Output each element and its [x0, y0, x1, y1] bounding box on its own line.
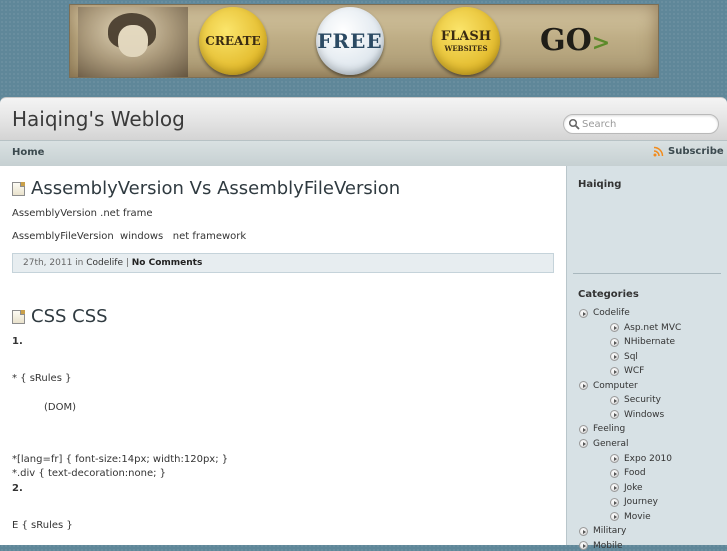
- post-paragraph: *.div { text-decoration:none; }: [12, 468, 167, 479]
- category-label: Security: [624, 395, 661, 406]
- post-title[interactable]: AssemblyVersion Vs AssemblyFileVersion: [12, 178, 400, 199]
- free-badge: FREE: [316, 7, 384, 75]
- post-paragraph: E { sRules }: [12, 520, 73, 531]
- arrow-bullet-icon: [610, 410, 619, 420]
- arrow-bullet-icon: [610, 483, 619, 493]
- flash-websites-badge: FLASH WEBSITES: [432, 7, 500, 75]
- arrow-bullet-icon: [610, 395, 619, 405]
- site-header: Haiqing's Weblog: [0, 97, 727, 141]
- category-item[interactable]: Movie: [610, 512, 651, 522]
- category-label: WCF: [624, 366, 645, 377]
- arrow-bullet-icon: [610, 454, 619, 463]
- category-item[interactable]: Sql: [610, 352, 638, 362]
- arrow-bullet-icon: [579, 381, 588, 391]
- arrow-bullet-icon: [579, 526, 588, 536]
- category-item[interactable]: Security: [610, 395, 661, 405]
- rss-icon: [653, 146, 664, 157]
- post-paragraph: 2.: [12, 483, 23, 494]
- category-item[interactable]: WCF: [610, 366, 644, 376]
- post-title-text: AssemblyVersion Vs AssemblyFileVersion: [31, 178, 401, 199]
- category-label: Codelife: [593, 308, 630, 318]
- category-item[interactable]: Codelife: [579, 308, 630, 318]
- websites-badge-label: WEBSITES: [444, 44, 488, 53]
- post-page-icon: [12, 181, 25, 196]
- category-label: Food: [624, 468, 646, 479]
- nav-bar: Home Subscribe: [0, 140, 727, 167]
- category-item[interactable]: Expo 2010: [610, 454, 672, 464]
- category-item[interactable]: Computer: [579, 381, 638, 391]
- create-badge: CREATE: [199, 7, 267, 75]
- category-label: Movie: [624, 511, 651, 522]
- category-label: Journey: [624, 497, 658, 508]
- main-content: AssemblyVersion Vs AssemblyFileVersion A…: [0, 166, 566, 545]
- arrow-bullet-icon: [610, 468, 619, 478]
- category-item[interactable]: Journey: [610, 497, 658, 507]
- post-date: 27th, 2011 in: [23, 258, 87, 268]
- arrow-bullet-icon: [610, 323, 619, 333]
- search-input[interactable]: [582, 115, 712, 133]
- flash-badge-label: FLASH: [440, 29, 492, 44]
- category-item[interactable]: Windows: [610, 410, 664, 420]
- post-title-text: CSS CSS: [31, 306, 108, 327]
- category-item[interactable]: Food: [610, 468, 646, 478]
- category-label: Joke: [624, 482, 643, 493]
- arrow-bullet-icon: [610, 337, 619, 347]
- category-label: Windows: [624, 409, 665, 420]
- category-label: NHibernate: [624, 337, 676, 348]
- post-paragraph: (DOM): [44, 402, 77, 413]
- arrow-bullet-icon: [610, 352, 619, 362]
- category-label: Computer: [593, 380, 638, 391]
- category-item[interactable]: NHibernate: [610, 337, 675, 347]
- go-label: GO: [540, 23, 592, 58]
- sidebar: Haiqing Categories Codelife Asp.net MVC NH…: [566, 166, 727, 551]
- category-label: Sql: [624, 351, 638, 362]
- sidebar-divider: [573, 273, 721, 274]
- create-badge-label: CREATE: [205, 34, 261, 48]
- search-icon: [568, 118, 580, 130]
- subscribe-link[interactable]: Subscribe: [653, 146, 724, 157]
- portrait-face: [118, 25, 148, 57]
- banner-portrait-image: [78, 7, 188, 77]
- post-page-icon: [12, 309, 25, 324]
- search-box[interactable]: [563, 114, 719, 134]
- arrow-bullet-icon: [579, 439, 588, 449]
- category-label: General: [593, 438, 629, 449]
- nav-home-link[interactable]: Home: [12, 147, 44, 158]
- categories-heading: Categories: [578, 289, 639, 300]
- site-title[interactable]: Haiqing's Weblog: [12, 107, 185, 131]
- arrow-bullet-icon: [610, 366, 619, 376]
- meta-separator: |: [123, 258, 132, 268]
- category-item[interactable]: Mobile: [579, 541, 623, 551]
- category-label: Mobile: [593, 540, 623, 551]
- post-paragraph: AssemblyFileVersion windows net framewor…: [12, 231, 247, 242]
- free-badge-label: FREE: [317, 29, 383, 53]
- post-paragraph: * { sRules }: [12, 373, 72, 384]
- category-item[interactable]: Feeling: [579, 424, 625, 434]
- category-item[interactable]: General: [579, 439, 628, 449]
- category-label: Expo 2010: [624, 453, 672, 464]
- post-paragraph: AssemblyVersion .net frame: [12, 208, 153, 219]
- category-label: Military: [593, 526, 627, 537]
- ad-banner[interactable]: CREATE FREE FLASH WEBSITES GO> i: [69, 4, 659, 78]
- post-paragraph: 1.: [12, 336, 23, 347]
- subscribe-label: Subscribe: [668, 146, 724, 157]
- category-label: Asp.net MVC: [624, 322, 682, 333]
- arrow-bullet-icon: [579, 308, 588, 318]
- arrow-bullet-icon: [610, 497, 619, 507]
- post-paragraph: *[lang=fr] { font-size:14px; width:120px…: [12, 454, 229, 465]
- category-label: Feeling: [593, 424, 626, 435]
- category-item[interactable]: Military: [579, 526, 626, 536]
- arrow-bullet-icon: [610, 512, 619, 522]
- post-title[interactable]: CSS CSS: [12, 306, 108, 327]
- arrow-bullet-icon: [579, 424, 588, 434]
- post-comments-link[interactable]: No Comments: [132, 258, 203, 268]
- go-arrow: >: [591, 30, 611, 56]
- category-item[interactable]: Asp.net MVC: [610, 323, 681, 333]
- category-item[interactable]: Joke: [610, 483, 643, 493]
- sidebar-author-heading: Haiqing: [578, 179, 622, 190]
- post-meta-bar: 27th, 2011 in Codelife | No Comments: [12, 253, 554, 273]
- go-text: GO>: [540, 23, 610, 58]
- arrow-bullet-icon: [579, 541, 588, 551]
- post-category-link[interactable]: Codelife: [86, 258, 123, 268]
